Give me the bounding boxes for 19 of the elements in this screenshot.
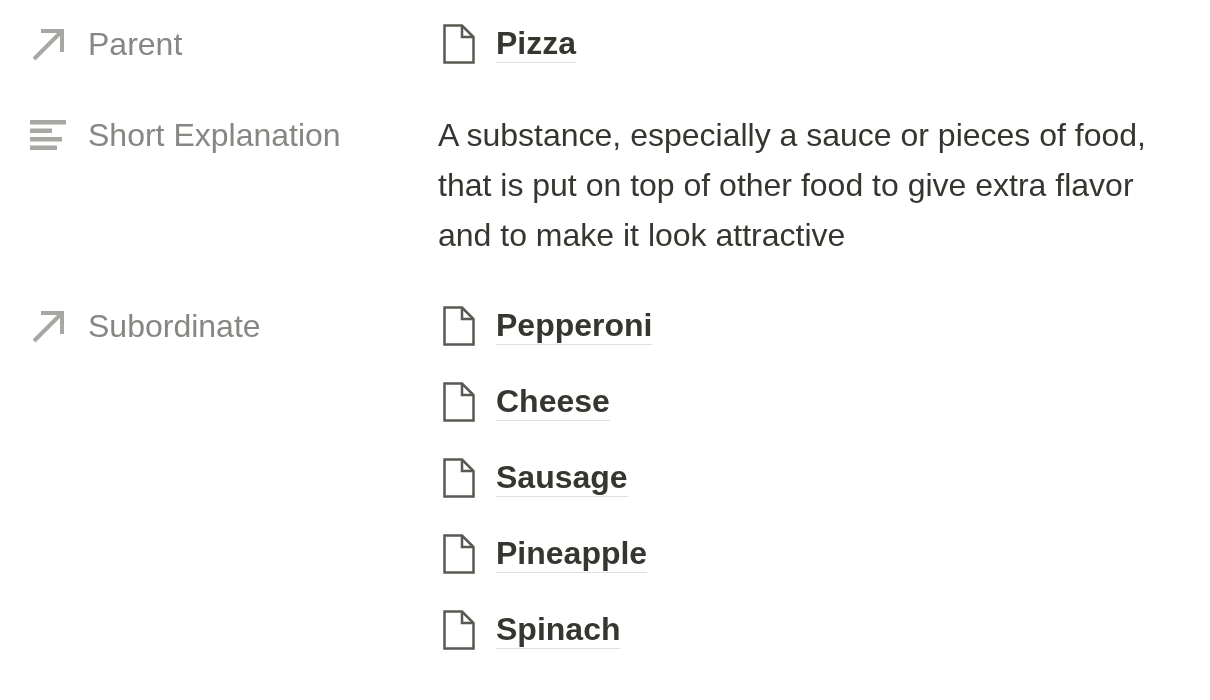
property-label: Subordinate (88, 307, 261, 345)
page-link[interactable]: Pepperoni (496, 307, 653, 345)
property-label: Short Explanation (88, 116, 341, 154)
arrow-icon (32, 27, 66, 61)
page-link[interactable]: Cheese (496, 383, 610, 421)
document-icon (443, 534, 475, 574)
page-link[interactable]: Spinach (496, 611, 621, 649)
page-link[interactable]: Pizza (496, 25, 577, 63)
document-icon (443, 306, 475, 346)
page-link[interactable]: Sausage (496, 459, 628, 497)
property-label: Parent (88, 25, 183, 63)
document-icon (443, 24, 475, 64)
property-text: A substance, especially a sauce or pieces of food, that is put on top of other food to give extra flavor and to make it look attractive (438, 116, 1147, 255)
document-icon (443, 610, 475, 650)
document-icon (443, 382, 475, 422)
page-link[interactable]: Pineapple (496, 535, 648, 573)
document-icon (443, 458, 475, 498)
text-lines-icon (30, 120, 66, 150)
arrow-icon (32, 309, 66, 343)
